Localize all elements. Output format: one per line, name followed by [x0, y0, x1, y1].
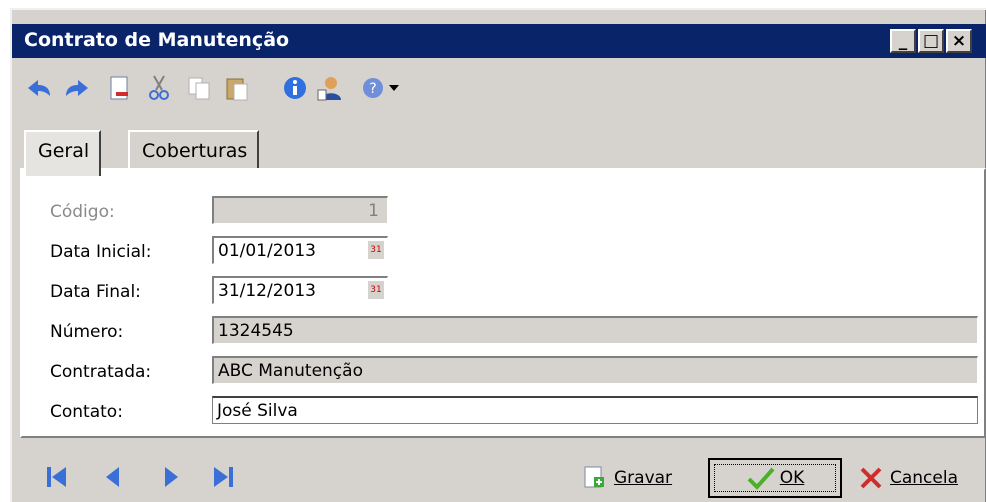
tab-coberturas[interactable]: Coberturas [128, 130, 260, 172]
cancel-x-icon [860, 467, 882, 489]
data-inicial-value: 01/01/2013 [218, 241, 316, 261]
paste-icon[interactable] [222, 74, 252, 102]
ok-button[interactable]: OK [708, 458, 842, 498]
cut-icon[interactable] [144, 74, 174, 102]
tab-container: Geral Coberturas Código: 1 Data Inicial:… [12, 120, 986, 440]
undo-icon[interactable] [24, 74, 54, 102]
contratada-field[interactable]: ABC Manutenção [212, 356, 978, 384]
tab-coberturas-label: Coberturas [142, 140, 248, 162]
next-record-icon[interactable] [158, 462, 184, 492]
dropdown-icon[interactable] [386, 74, 402, 102]
help-icon[interactable]: ? [358, 74, 388, 102]
window-title: Contrato de Manutenção [24, 29, 290, 51]
gravar-button[interactable]: Gravar [582, 458, 692, 498]
data-inicial-field[interactable]: 01/01/2013 31 [212, 236, 388, 264]
save-doc-icon [584, 466, 604, 488]
numero-label: Número: [50, 322, 124, 342]
tab-geral[interactable]: Geral [24, 130, 102, 176]
calendar-icon[interactable]: 31 [367, 240, 385, 260]
info-icon[interactable] [280, 74, 310, 102]
numero-field[interactable]: 1324545 [212, 316, 978, 344]
minimize-button[interactable]: _ [890, 29, 916, 53]
contratada-label: Contratada: [50, 362, 152, 382]
close-button[interactable]: × [946, 29, 972, 53]
title-bar[interactable]: Contrato de Manutenção _ □ × [12, 24, 986, 58]
copy-icon[interactable] [184, 74, 214, 102]
codigo-field: 1 [212, 196, 388, 224]
new-doc-icon[interactable] [104, 74, 134, 102]
data-inicial-label: Data Inicial: [50, 242, 152, 262]
data-final-field[interactable]: 31/12/2013 31 [212, 276, 388, 304]
calendar-icon[interactable]: 31 [367, 280, 385, 300]
first-record-icon[interactable] [44, 462, 70, 492]
bottom-bar: Gravar OK Cancela [12, 440, 986, 502]
contato-field[interactable]: José Silva [212, 396, 978, 424]
contato-label: Contato: [50, 402, 123, 422]
checkmark-icon [747, 467, 775, 490]
form-panel: Código: 1 Data Inicial: 01/01/2013 31 Da… [20, 168, 986, 438]
last-record-icon[interactable] [210, 462, 236, 492]
maximize-button[interactable]: □ [918, 29, 944, 53]
svg-text:?: ? [369, 81, 376, 97]
data-final-label: Data Final: [50, 282, 141, 302]
tab-geral-label: Geral [38, 140, 90, 162]
cancela-label: Cancela [890, 468, 959, 488]
previous-record-icon[interactable] [100, 462, 126, 492]
gravar-label: Gravar [614, 468, 673, 488]
redo-icon[interactable] [62, 74, 92, 102]
codigo-label: Código: [50, 202, 115, 222]
user-icon[interactable] [314, 74, 344, 102]
dialog-window: Contrato de Manutenção _ □ × ? Geral Cob… [10, 8, 986, 502]
cancela-button[interactable]: Cancela [858, 458, 976, 498]
ok-label: OK [779, 468, 805, 488]
data-final-value: 31/12/2013 [218, 281, 316, 301]
toolbar: ? [12, 62, 986, 112]
